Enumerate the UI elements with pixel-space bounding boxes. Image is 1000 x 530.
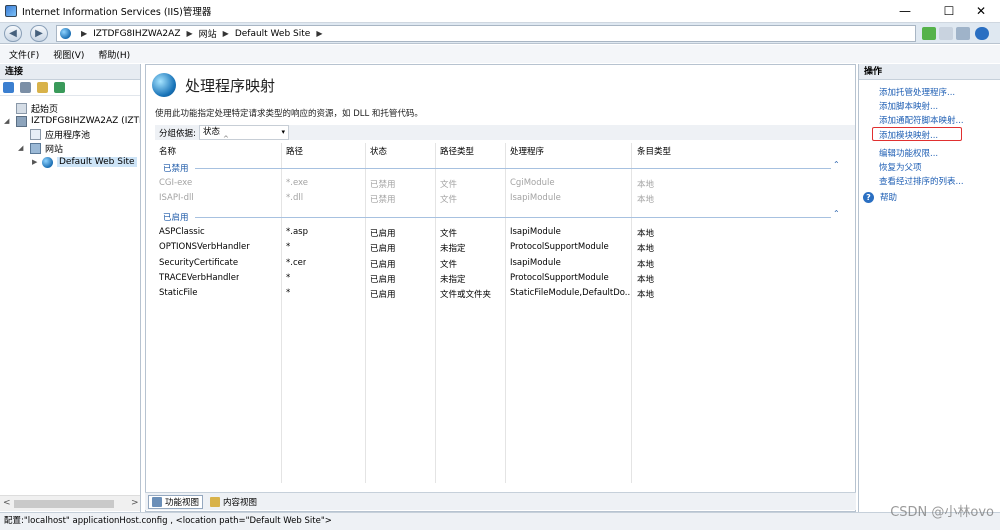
scroll-left-icon[interactable]: < — [3, 498, 11, 508]
add-managed-handler-link[interactable]: 添加托管处理程序... — [879, 86, 955, 98]
actions-header: 操作 — [859, 64, 1000, 80]
scroll-right-icon[interactable]: > — [131, 498, 139, 508]
help-dropdown-icon[interactable] — [975, 27, 989, 40]
table-row[interactable]: OPTIONSVerbHandler * 已启用 未指定 ProtocolSup… — [155, 241, 845, 255]
iis-app-icon — [5, 5, 17, 17]
home-icon[interactable] — [956, 27, 970, 40]
add-script-map-link[interactable]: 添加脚本映射... — [879, 100, 938, 112]
breadcrumb-server[interactable]: IZTDFG8IHZWA2AZ — [93, 29, 180, 39]
help-link[interactable]: 帮助 — [880, 191, 897, 203]
tree-expander-icon[interactable]: ◢ — [18, 144, 23, 152]
group-by-value: 状态 — [203, 127, 221, 137]
group-by-bar: 分组依据: 状态 ▾ ^ — [155, 125, 855, 143]
group-by-select[interactable]: 状态 ▾ — [199, 125, 289, 140]
handler-mappings-icon — [152, 73, 176, 97]
menu-file[interactable]: 文件(F) — [9, 48, 39, 61]
stop-icon[interactable] — [939, 27, 953, 40]
edit-feature-permissions-link[interactable]: 编辑功能权限... — [879, 147, 938, 159]
group-by-label: 分组依据: — [159, 129, 196, 139]
chevron-down-icon: ▾ — [281, 128, 285, 136]
table-row[interactable]: ASPClassic *.asp 已启用 文件 IsapiModule 本地 — [155, 226, 845, 240]
breadcrumb-sites[interactable]: 网站 — [199, 27, 217, 40]
save-icon[interactable] — [20, 82, 31, 93]
page-description: 使用此功能指定处理特定请求类型的响应的资源，如 DLL 和托管代码。 — [155, 109, 423, 119]
breadcrumb-separator-icon: ▶ — [316, 29, 323, 38]
address-bar: ◀ ▶ ▶ IZTDFG8IHZWA2AZ ▶ 网站 ▶ Default Web… — [0, 22, 1000, 44]
column-header-name[interactable]: 名称 — [159, 145, 176, 157]
tab-content-view[interactable]: 内容视图 — [207, 495, 260, 509]
actions-panel: 操作 添加托管处理程序... 添加脚本映射... 添加通配符脚本映射... 添加… — [858, 64, 1000, 512]
title-bar: Internet Information Services (IIS)管理器 —… — [0, 0, 1000, 22]
table-row[interactable]: StaticFile * 已启用 文件或文件夹 StaticFileModule… — [155, 287, 845, 301]
horizontal-scrollbar[interactable]: < > — [0, 495, 140, 511]
menu-view[interactable]: 视图(V) — [53, 48, 84, 61]
tree-item-app-pools[interactable]: 应用程序池 — [30, 127, 90, 141]
page-title: 处理程序映射 — [185, 76, 276, 95]
window-title: Internet Information Services (IIS)管理器 — [22, 7, 212, 18]
help-action[interactable]: ? 帮助 — [863, 191, 897, 203]
breadcrumb-separator-icon: ▶ — [81, 29, 88, 38]
connections-header: 连接 — [0, 64, 140, 80]
tree-item-sites[interactable]: 网站 — [30, 141, 63, 155]
back-button[interactable]: ◀ — [4, 25, 22, 42]
table-row[interactable]: CGI-exe *.exe 已禁用 文件 CgiModule 本地 — [155, 177, 845, 191]
connections-panel: 连接 起始页 ◢ IZTDFG8IHZWA2AZ (IZTDF( 应用程序池 ◢… — [0, 64, 141, 512]
connections-toolbar — [0, 80, 140, 96]
view-ordered-list-link[interactable]: 查看经过排序的列表... — [879, 175, 964, 187]
features-view-icon — [152, 496, 162, 507]
app-pool-icon — [30, 128, 41, 140]
start-page-icon — [16, 102, 27, 114]
add-wildcard-script-map-link[interactable]: 添加通配符脚本映射... — [879, 114, 964, 126]
tree-item-default-web-site[interactable]: Default Web Site — [42, 155, 137, 169]
collapse-icon[interactable]: ⌃ — [833, 160, 840, 169]
revert-to-parent-link[interactable]: 恢复为父项 — [879, 161, 922, 173]
tree-item-server[interactable]: IZTDFG8IHZWA2AZ (IZTDF( — [16, 114, 140, 128]
handler-mappings-table: 名称 路径 状态 路径类型 处理程序 条目类型 已禁用 ⌃ CGI-exe *.… — [155, 143, 855, 507]
breadcrumb-separator-icon: ▶ — [186, 29, 193, 38]
page-heading: 处理程序映射 — [152, 73, 275, 97]
handler-mappings-view: 处理程序映射 使用此功能指定处理特定请求类型的响应的资源，如 DLL 和托管代码… — [145, 64, 856, 512]
column-header-path[interactable]: 路径 — [286, 145, 303, 157]
group-divider — [195, 168, 831, 169]
table-row[interactable]: SecurityCertificate *.cer 已启用 文件 IsapiMo… — [155, 257, 845, 271]
tree-expander-icon[interactable]: ◢ — [4, 117, 9, 125]
content-view-icon — [210, 496, 221, 507]
menu-bar: 文件(F) 视图(V) 帮助(H) — [0, 45, 1000, 63]
delete-connection-icon[interactable] — [54, 82, 65, 93]
breadcrumb-separator-icon: ▶ — [222, 29, 229, 38]
connect-icon[interactable] — [922, 27, 936, 40]
up-folder-icon[interactable] — [37, 82, 48, 93]
column-header-path-type[interactable]: 路径类型 — [440, 145, 474, 157]
view-tabs: 功能视图 内容视图 — [145, 492, 856, 510]
scroll-thumb[interactable] — [14, 500, 114, 508]
tree-item-start-page[interactable]: 起始页 — [16, 101, 58, 115]
highlight-annotation — [872, 127, 962, 141]
help-icon: ? — [863, 191, 874, 203]
table-row[interactable]: TRACEVerbHandler * 已启用 未指定 ProtocolSuppo… — [155, 272, 845, 286]
column-header-handler[interactable]: 处理程序 — [510, 145, 544, 157]
group-header-enabled[interactable]: 已启用 ⌃ — [155, 209, 845, 223]
collapse-icon[interactable]: ⌃ — [833, 209, 840, 218]
column-header-state[interactable]: 状态 — [370, 145, 387, 157]
close-button[interactable]: ✕ — [962, 0, 1000, 22]
website-globe-icon — [42, 156, 53, 168]
breadcrumb-default-web-site[interactable]: Default Web Site — [235, 29, 311, 39]
tab-features-view[interactable]: 功能视图 — [148, 494, 204, 509]
server-icon — [16, 115, 27, 127]
sort-indicator-icon: ^ — [223, 135, 229, 143]
column-header-entry-type[interactable]: 条目类型 — [637, 145, 671, 157]
forward-button[interactable]: ▶ — [30, 25, 48, 42]
globe-icon — [60, 28, 71, 39]
table-row[interactable]: ISAPI-dll *.dll 已禁用 文件 IsapiModule 本地 — [155, 192, 845, 206]
sites-folder-icon — [30, 142, 41, 154]
tree-expander-icon[interactable]: ▶ — [32, 158, 37, 166]
new-connection-icon[interactable] — [3, 82, 14, 93]
group-divider — [195, 217, 831, 218]
status-bar: 配置:"localhost" applicationHost.config , … — [0, 512, 1000, 530]
menu-help[interactable]: 帮助(H) — [98, 48, 130, 61]
watermark: CSDN @小林ovo — [890, 505, 994, 520]
minimize-button[interactable]: — — [886, 0, 924, 22]
group-header-disabled[interactable]: 已禁用 ⌃ — [155, 160, 845, 174]
breadcrumb[interactable]: ▶ IZTDFG8IHZWA2AZ ▶ 网站 ▶ Default Web Sit… — [56, 25, 916, 42]
